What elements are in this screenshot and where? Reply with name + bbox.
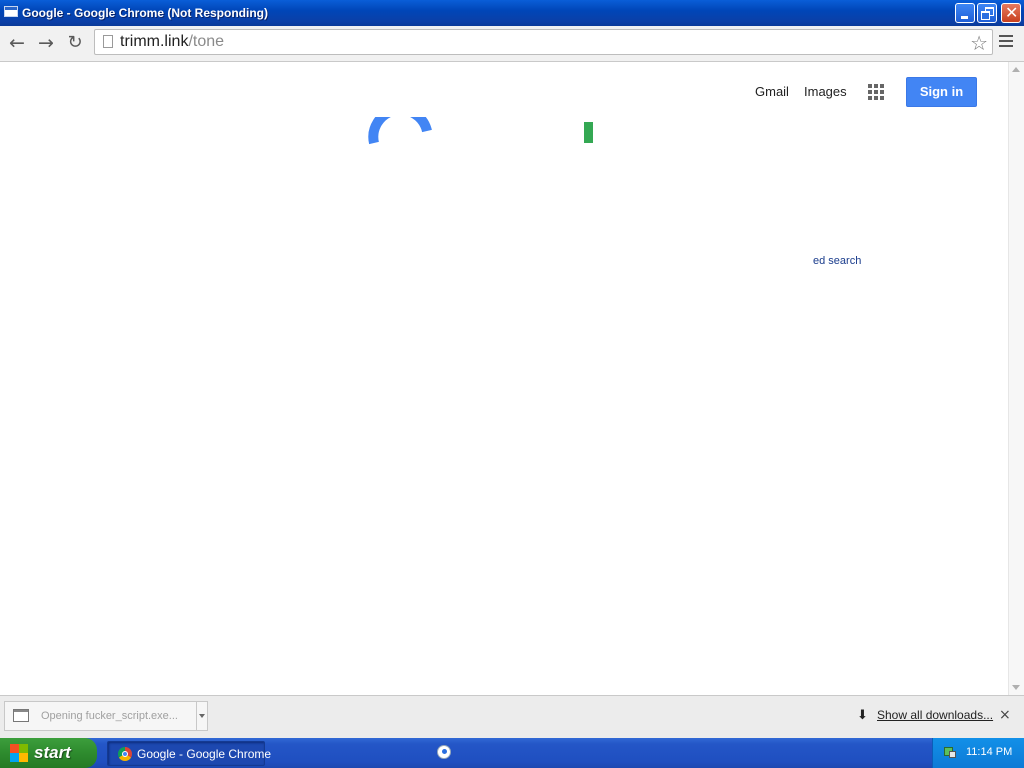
sign-in-button[interactable]: Sign in [906, 77, 977, 107]
system-tray: 11:14 PM [932, 738, 1024, 768]
address-bar[interactable]: trimm.link/tone ☆ [94, 29, 993, 55]
browser-toolbar: ← → ↻ trimm.link/tone ☆ [0, 26, 1024, 62]
scroll-down-arrow-icon[interactable] [1012, 685, 1020, 690]
close-shelf-icon[interactable]: × [999, 707, 1011, 723]
windows-flag-icon [10, 744, 28, 762]
page-content: Gmail Images Sign in ed search [0, 62, 1008, 695]
quick-launch-icon[interactable] [437, 745, 451, 759]
address-url[interactable]: trimm.link/tone [120, 33, 224, 51]
start-button[interactable]: start [0, 738, 97, 768]
vertical-scrollbar[interactable] [1008, 62, 1024, 695]
logo-blue-arc [368, 117, 432, 145]
advanced-search-link[interactable]: ed search [813, 255, 873, 267]
forward-button[interactable]: → [35, 32, 57, 54]
gmail-link[interactable]: Gmail [755, 84, 789, 99]
url-path: /tone [188, 33, 225, 50]
file-icon [13, 709, 29, 722]
download-icon: ⬇ [857, 708, 868, 723]
restore-button[interactable] [977, 3, 997, 23]
close-icon: ✕ [1005, 3, 1019, 22]
apps-grid-icon[interactable] [868, 84, 884, 100]
window-app-icon[interactable] [4, 6, 18, 17]
bookmark-star-icon[interactable]: ☆ [970, 31, 988, 55]
back-button[interactable]: ← [6, 32, 28, 54]
download-shelf: Opening fucker_script.exe... ⬇ Show all d… [0, 695, 1024, 738]
tray-clock[interactable]: 11:14 PM [966, 746, 1012, 758]
download-item[interactable]: Opening fucker_script.exe... [4, 701, 197, 731]
url-host: trimm.link [120, 33, 189, 50]
window-title-bar[interactable]: Google - Google Chrome (Not Responding) … [0, 0, 1024, 26]
images-link[interactable]: Images [804, 84, 847, 99]
taskbar: start Google - Google Chrome 11:14 PM [0, 738, 1024, 768]
minimize-button[interactable] [955, 3, 975, 23]
chrome-icon [118, 747, 132, 761]
page-icon [103, 35, 113, 48]
start-label: start [34, 743, 71, 762]
google-logo-green-segment [584, 122, 593, 143]
download-item-menu-button[interactable] [196, 701, 208, 731]
taskbar-chrome-label: Google - Google Chrome [137, 747, 272, 761]
google-logo-partial-arc [368, 117, 432, 145]
network-icon[interactable] [943, 745, 957, 759]
scroll-up-arrow-icon[interactable] [1012, 67, 1020, 72]
chrome-menu-icon[interactable] [999, 35, 1013, 47]
window-title: Google - Google Chrome (Not Responding) [22, 6, 268, 20]
reload-button[interactable]: ↻ [64, 32, 86, 54]
show-all-downloads-label: Show all downloads... [877, 708, 994, 722]
close-button[interactable]: ✕ [1001, 3, 1021, 23]
show-all-downloads-link[interactable]: ⬇ Show all downloads... [857, 708, 993, 723]
taskbar-chrome-button[interactable]: Google - Google Chrome [107, 741, 271, 766]
download-item-label: Opening fucker_script.exe... [41, 710, 178, 722]
